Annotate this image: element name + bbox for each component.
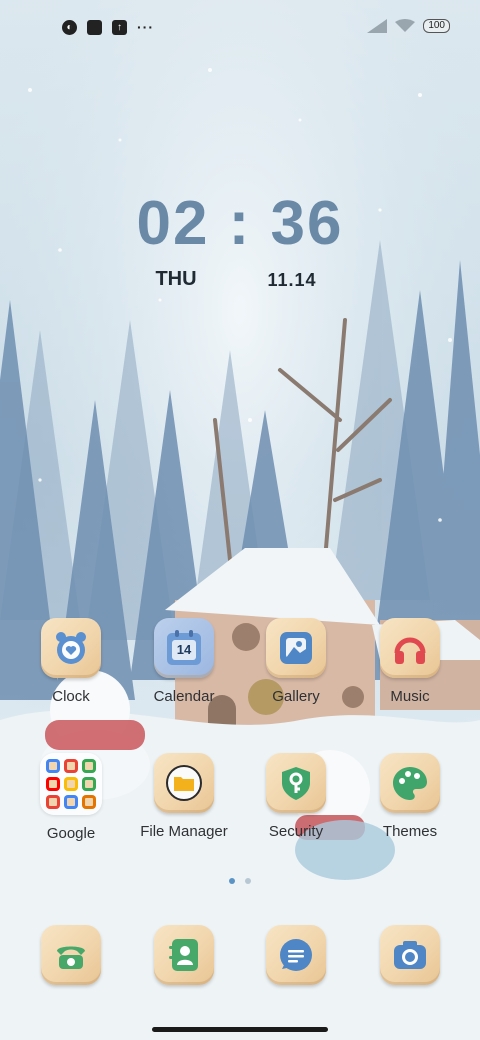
clock-day: THU [155, 268, 197, 290]
clock-time[interactable]: 02 : 36 [0, 188, 480, 259]
google-folder-icon[interactable] [40, 753, 102, 815]
app-themes[interactable]: Themes [360, 753, 460, 840]
meet-mini-icon [46, 795, 60, 809]
app-label: Google [46, 825, 96, 842]
messages-app-icon[interactable] [266, 925, 326, 985]
folder-google[interactable]: Google [21, 753, 121, 842]
alarm-clock-icon [56, 632, 86, 664]
app-music[interactable]: Music [360, 618, 460, 705]
battery-indicator: 100 [423, 19, 450, 33]
app-square-icon [87, 19, 102, 35]
music-app-icon[interactable] [380, 618, 440, 678]
upload-icon: ↑ [112, 19, 127, 35]
security-app-icon[interactable] [266, 753, 326, 813]
app-calendar[interactable]: 14 Calendar [134, 618, 234, 705]
shield-key-icon [282, 767, 310, 800]
dock-camera[interactable] [360, 925, 460, 985]
clock-date: 11.14 [267, 270, 317, 290]
gallery-icon [280, 632, 312, 664]
folder-file-icon [166, 765, 202, 801]
app-clock[interactable]: Clock [21, 618, 121, 705]
app-gallery[interactable]: Gallery [246, 618, 346, 705]
camera-icon [394, 941, 426, 969]
dock-messages[interactable] [246, 925, 346, 985]
clock-app-icon[interactable] [41, 618, 101, 678]
messages-icon [280, 939, 312, 971]
drive-mini-icon [64, 777, 78, 791]
play-mini-icon [82, 795, 96, 809]
youtube-mini-icon [46, 777, 60, 791]
gallery-app-icon[interactable] [266, 618, 326, 678]
calendar-badge: 14 [176, 642, 192, 657]
headphones-icon [394, 637, 426, 664]
contacts-app-icon[interactable] [154, 925, 214, 985]
page-indicator [0, 878, 480, 884]
google-app-mini-icon [46, 759, 60, 773]
cellular-signal-icon [367, 19, 388, 33]
app-label: File Manager [140, 823, 228, 840]
app-label: Music [390, 688, 430, 705]
phone-app-icon[interactable] [41, 925, 101, 985]
app-label: Clock [52, 688, 90, 705]
themes-app-icon[interactable] [380, 753, 440, 813]
maps-mini-icon [82, 759, 96, 773]
calendar-app-icon[interactable]: 14 [154, 618, 214, 678]
assistant-mini-icon [64, 795, 78, 809]
app-label: Security [268, 823, 324, 840]
wallpaper [0, 0, 480, 1040]
file-manager-app-icon[interactable] [154, 753, 214, 813]
app-label: Gallery [272, 688, 320, 705]
wifi-icon [395, 19, 416, 32]
page-dot[interactable] [245, 878, 251, 884]
dock-contacts[interactable] [134, 925, 234, 985]
gmail-mini-icon [64, 759, 78, 773]
app-label: Themes [382, 823, 438, 840]
home-gesture-bar[interactable] [152, 1027, 328, 1032]
camera-app-icon[interactable] [380, 925, 440, 985]
contacts-icon [169, 939, 198, 971]
dock-phone[interactable] [21, 925, 121, 985]
app-notification-icon: ◐ [62, 19, 77, 35]
more-notifications-icon: ··· [137, 19, 154, 35]
palette-icon [393, 767, 427, 800]
page-dot-active[interactable] [229, 878, 235, 884]
status-bar: ◐ ↑ ··· 100 [0, 14, 480, 42]
app-security[interactable]: Security [246, 753, 346, 840]
app-file-manager[interactable]: File Manager [134, 753, 234, 840]
app-label: Calendar [153, 688, 215, 705]
phone-icon [57, 946, 85, 969]
photos-mini-icon [82, 777, 96, 791]
